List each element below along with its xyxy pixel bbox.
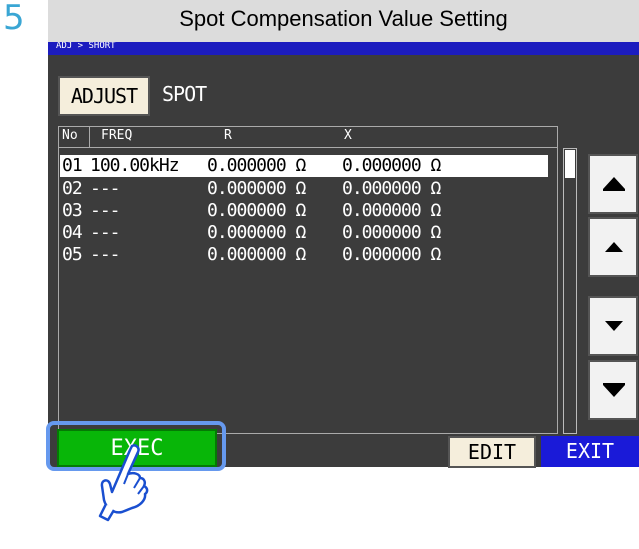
row-no: 02 bbox=[62, 178, 83, 199]
scroll-thumb[interactable] bbox=[565, 150, 575, 178]
table-header: No FREQ R X bbox=[59, 127, 557, 148]
row-r: 0.000000 Ω bbox=[207, 155, 306, 176]
pointing-hand-icon bbox=[98, 444, 149, 522]
step-number: 5 bbox=[3, 0, 25, 38]
instrument-screen: ADJ > SHORT ADJUST SPOT No FREQ R X 01 1… bbox=[48, 42, 639, 468]
line-down-button[interactable] bbox=[588, 296, 638, 356]
row-r: 0.000000 Ω bbox=[207, 200, 306, 221]
row-no: 05 bbox=[62, 244, 83, 265]
double-down-arrow-icon bbox=[603, 383, 625, 397]
row-freq: --- bbox=[90, 222, 120, 243]
breadcrumb: ADJ > SHORT bbox=[48, 42, 639, 55]
row-r: 0.000000 Ω bbox=[207, 244, 306, 265]
row-freq: 100.00kHz bbox=[90, 155, 180, 176]
row-r: 0.000000 Ω bbox=[207, 178, 306, 199]
col-header-r: R bbox=[224, 128, 232, 143]
table-row[interactable]: 01 100.00kHz 0.000000 Ω 0.000000 Ω bbox=[60, 155, 548, 177]
col-header-no: No bbox=[62, 128, 78, 143]
row-x: 0.000000 Ω bbox=[342, 155, 441, 176]
page-up-button[interactable] bbox=[588, 154, 638, 214]
row-no: 04 bbox=[62, 222, 83, 243]
table-row[interactable]: 03 --- 0.000000 Ω 0.000000 Ω bbox=[59, 200, 557, 222]
row-x: 0.000000 Ω bbox=[342, 178, 441, 199]
page-title: Spot Compensation Value Setting bbox=[48, 0, 639, 42]
col-header-freq: FREQ bbox=[101, 128, 133, 143]
row-x: 0.000000 Ω bbox=[342, 222, 441, 243]
row-x: 0.000000 Ω bbox=[342, 200, 441, 221]
line-up-button[interactable] bbox=[588, 217, 638, 277]
edit-button[interactable]: EDIT bbox=[448, 436, 536, 468]
col-header-x: X bbox=[344, 128, 352, 143]
mode-label: SPOT bbox=[162, 82, 207, 106]
up-arrow-icon bbox=[605, 242, 623, 252]
table-row[interactable]: 05 --- 0.000000 Ω 0.000000 Ω bbox=[59, 244, 557, 266]
table-row[interactable]: 04 --- 0.000000 Ω 0.000000 Ω bbox=[59, 222, 557, 244]
row-no: 01 bbox=[62, 155, 83, 176]
row-freq: --- bbox=[90, 178, 120, 199]
row-x: 0.000000 Ω bbox=[342, 244, 441, 265]
table-row[interactable]: 02 --- 0.000000 Ω 0.000000 Ω bbox=[59, 178, 557, 200]
row-freq: --- bbox=[90, 200, 120, 221]
spot-table: No FREQ R X 01 100.00kHz 0.000000 Ω 0.00… bbox=[58, 126, 558, 434]
header-divider bbox=[89, 127, 90, 147]
row-r: 0.000000 Ω bbox=[207, 222, 306, 243]
page-down-button[interactable] bbox=[588, 360, 638, 420]
row-freq: --- bbox=[90, 244, 120, 265]
adjust-button[interactable]: ADJUST bbox=[58, 76, 150, 116]
row-no: 03 bbox=[62, 200, 83, 221]
exit-button[interactable]: EXIT bbox=[541, 436, 639, 467]
double-up-arrow-icon bbox=[603, 177, 625, 191]
scrollbar[interactable] bbox=[563, 148, 577, 434]
down-arrow-icon bbox=[605, 321, 623, 331]
